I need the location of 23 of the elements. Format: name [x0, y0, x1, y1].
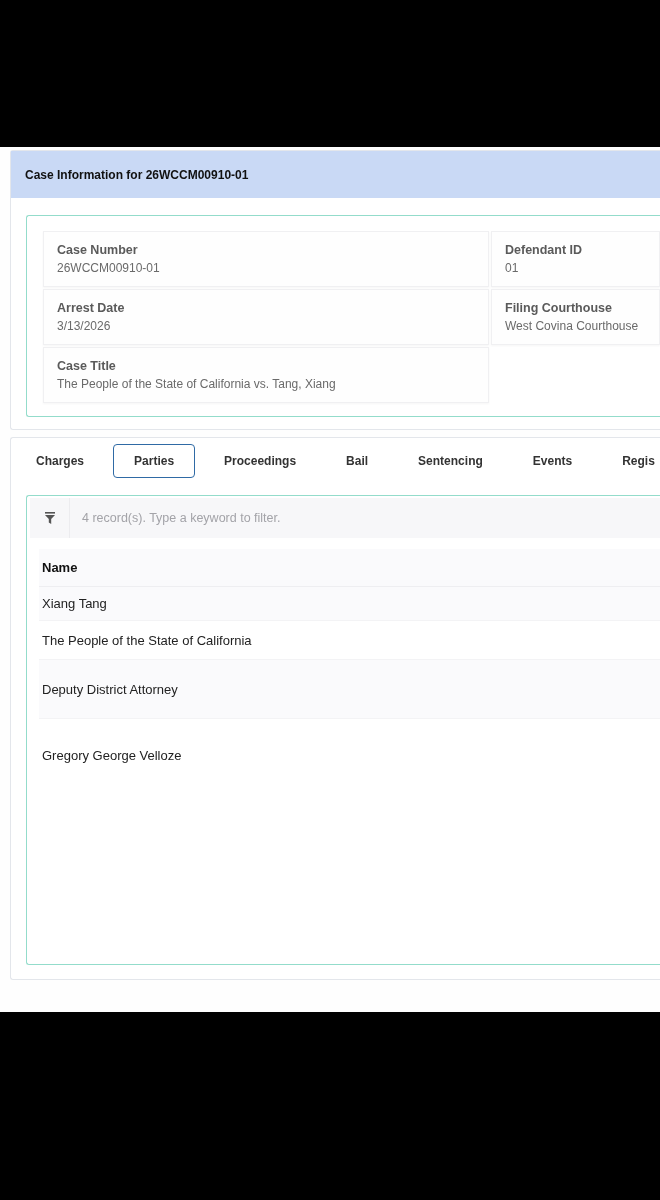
tab[interactable]: Regis	[601, 444, 656, 478]
panel-title: Case Information for 26WCCM00910-01	[11, 151, 660, 198]
field-label: Case Title	[57, 359, 116, 373]
table-cell: Xiang Tang	[39, 587, 660, 621]
tab[interactable]: Charges	[15, 444, 106, 478]
field-label: Arrest Date	[57, 301, 125, 315]
tab[interactable]: Parties	[113, 444, 196, 478]
column-header: Name	[39, 549, 660, 587]
tab[interactable]: Events	[511, 444, 594, 478]
filter-icon[interactable]	[30, 498, 70, 538]
tab[interactable]: Bail	[325, 444, 390, 478]
field-label: Case Number	[57, 243, 138, 257]
tab[interactable]: Proceedings	[203, 444, 318, 478]
field-value: 3/13/2026	[57, 319, 111, 333]
field-label: Defendant ID	[505, 243, 583, 257]
table-cell: Deputy District Attorney	[39, 660, 660, 719]
field-value: The People of the State of California vs. Tang, Xiang	[57, 377, 336, 391]
field-label: Filing Courthouse	[505, 301, 612, 315]
field-value: 01	[505, 261, 519, 275]
filter-input[interactable]: 4 record(s). Type a keyword to filter.	[70, 498, 660, 538]
field-value: West Covina Courthouse	[505, 319, 639, 333]
field-value: 26WCCM00910-01	[57, 261, 160, 275]
tab[interactable]: Sentencing	[397, 444, 504, 478]
